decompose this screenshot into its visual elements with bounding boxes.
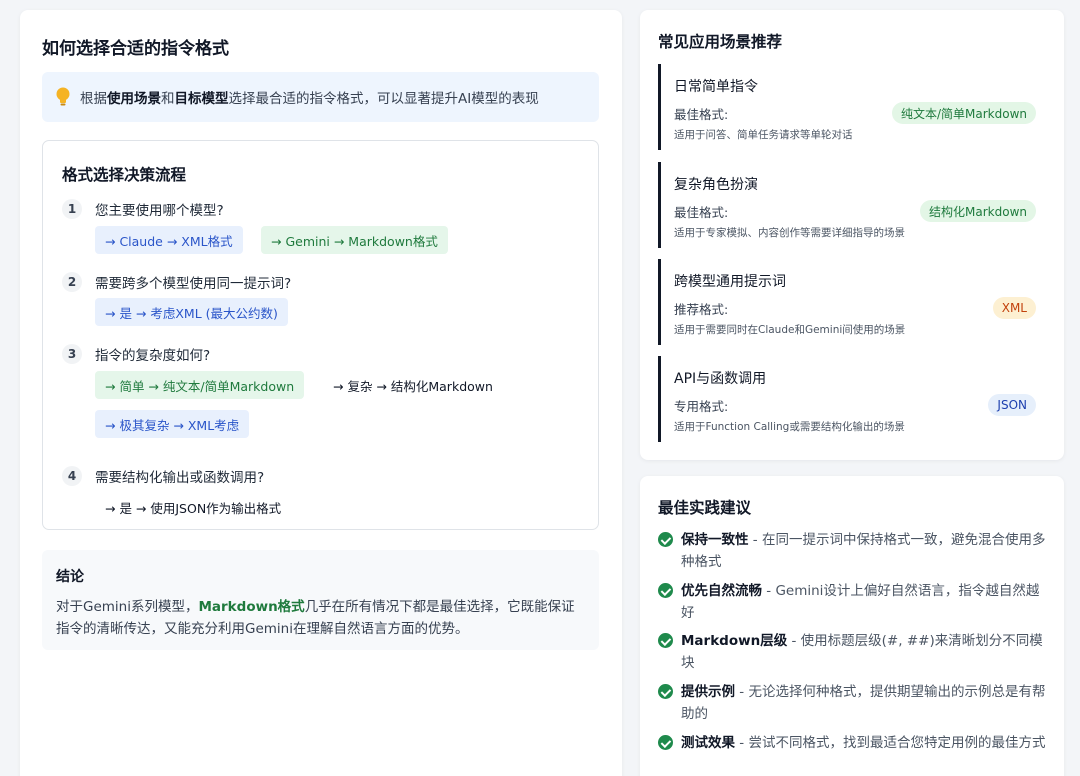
scenario-item: 跨模型通用提示词 推荐格式: XML 适用于需要同时在Claude和Gemini… <box>658 259 1046 345</box>
step-question: 需要跨多个模型使用同一提示词? <box>95 276 292 292</box>
step-number: 1 <box>62 199 82 219</box>
scenario-item-desc: 适用于问答、简单任务请求等单轮对话 <box>674 129 853 141</box>
step-question: 需要结构化输出或函数调用? <box>95 470 265 486</box>
check-circle-icon <box>658 583 673 598</box>
step-question: 指令的复杂度如何? <box>95 348 211 364</box>
tip-banner: 根据使用场景和目标模型选择最合适的指令格式，可以显著提升AI模型的表现 <box>42 72 599 122</box>
practice-item: 提供示例 - 无论选择何种格式，提供期望输出的示例总是有帮助的 <box>658 681 1050 725</box>
practice-item: 保持一致性 - 在同一提示词中保持格式一致，避免混合使用多种格式 <box>658 529 1050 573</box>
option-chip-json: → 是 → 使用JSON作为输出格式 <box>105 500 282 516</box>
tip-text: 根据使用场景和目标模型选择最合适的指令格式，可以显著提升AI模型的表现 <box>80 91 539 107</box>
best-practice-card: 最佳实践建议 保持一致性 - 在同一提示词中保持格式一致，避免混合使用多种格式 … <box>640 476 1064 776</box>
format-badge: XML <box>992 297 1036 319</box>
decision-flow-title: 格式选择决策流程 <box>62 166 187 184</box>
scenario-item-title: 复杂角色扮演 <box>674 177 758 193</box>
practice-text: 优先自然流畅 - Gemini设计上偏好自然语言，指令越自然越好 <box>681 583 1040 621</box>
check-circle-icon <box>658 532 673 547</box>
practice-item: 优先自然流畅 - Gemini设计上偏好自然语言，指令越自然越好 <box>658 580 1050 624</box>
conclusion-panel: 结论 对于Gemini系列模型，Markdown格式几乎在所有情况下都是最佳选择… <box>42 550 599 650</box>
option-chip-cross-model-xml: → 是 → 考虑XML (最大公约数) <box>95 298 288 326</box>
practice-item: 测试效果 - 尝试不同格式，找到最适合您特定用例的最佳方式 <box>658 732 1050 754</box>
scenario-item: 复杂角色扮演 最佳格式: 结构化Markdown 适用于专家模拟、内容创作等需要… <box>658 162 1046 248</box>
scenario-item-desc: 适用于需要同时在Claude和Gemini间使用的场景 <box>674 324 906 336</box>
conclusion-title: 结论 <box>56 569 84 585</box>
scenario-item-label: 最佳格式: <box>674 205 729 220</box>
option-chip-claude-xml: → Claude → XML格式 <box>95 226 243 254</box>
practice-text: 保持一致性 - 在同一提示词中保持格式一致，避免混合使用多种格式 <box>681 532 1046 570</box>
option-chip-very-complex: → 极其复杂 → XML考虑 <box>95 410 250 438</box>
best-practice-title: 最佳实践建议 <box>658 499 752 517</box>
scenario-item-label: 最佳格式: <box>674 107 729 122</box>
scenario-item-title: API与函数调用 <box>674 371 767 387</box>
practice-text: 提供示例 - 无论选择何种格式，提供期望输出的示例总是有帮助的 <box>681 684 1046 722</box>
check-circle-icon <box>658 633 673 648</box>
check-circle-icon <box>658 684 673 699</box>
scenario-item: 日常简单指令 最佳格式: 纯文本/简单Markdown 适用于问答、简单任务请求… <box>658 64 1046 150</box>
conclusion-text: 对于Gemini系列模型，Markdown格式几乎在所有情况下都是最佳选择，它既… <box>56 599 575 637</box>
scenario-item-label: 推荐格式: <box>674 302 729 317</box>
step-number: 3 <box>62 344 82 364</box>
step-number: 2 <box>62 272 82 292</box>
check-circle-icon <box>658 735 673 750</box>
option-chip-gemini-markdown: → Gemini → Markdown格式 <box>261 226 448 254</box>
scenario-item-desc: 适用于专家模拟、内容创作等需要详细指导的场景 <box>674 227 905 239</box>
practice-item: Markdown层级 - 使用标题层级(#, ##)来清晰划分不同模块 <box>658 630 1050 674</box>
step-number: 4 <box>62 466 82 486</box>
scenario-card: 常见应用场景推荐 日常简单指令 最佳格式: 纯文本/简单Markdown 适用于… <box>640 10 1064 460</box>
practice-text: 测试效果 - 尝试不同格式，找到最适合您特定用例的最佳方式 <box>681 735 1046 751</box>
format-badge: JSON <box>988 394 1036 416</box>
scenario-item: API与函数调用 专用格式: JSON 适用于Function Calling或… <box>658 356 1046 442</box>
format-badge: 纯文本/简单Markdown <box>891 102 1036 124</box>
scenario-item-title: 日常简单指令 <box>674 79 758 95</box>
scenario-item-title: 跨模型通用提示词 <box>674 274 786 290</box>
page-title: 如何选择合适的指令格式 <box>42 39 229 59</box>
scenario-item-desc: 适用于Function Calling或需要结构化输出的场景 <box>674 421 905 433</box>
scenario-item-label: 专用格式: <box>674 399 729 414</box>
step-question: 您主要使用哪个模型? <box>95 203 224 219</box>
decision-flow-panel: 格式选择决策流程 1 您主要使用哪个模型? → Claude → XML格式 →… <box>42 140 599 530</box>
lightbulb-icon <box>56 87 70 106</box>
practice-text: Markdown层级 - 使用标题层级(#, ##)来清晰划分不同模块 <box>681 633 1043 671</box>
option-chip-simple: → 简单 → 纯文本/简单Markdown <box>95 371 305 399</box>
format-guide-card: 如何选择合适的指令格式 根据使用场景和目标模型选择最合适的指令格式，可以显著提升… <box>20 10 622 776</box>
option-chip-complex: → 复杂 → 结构化Markdown <box>333 378 493 394</box>
scenario-title: 常见应用场景推荐 <box>658 33 783 51</box>
format-badge: 结构化Markdown <box>920 200 1036 222</box>
